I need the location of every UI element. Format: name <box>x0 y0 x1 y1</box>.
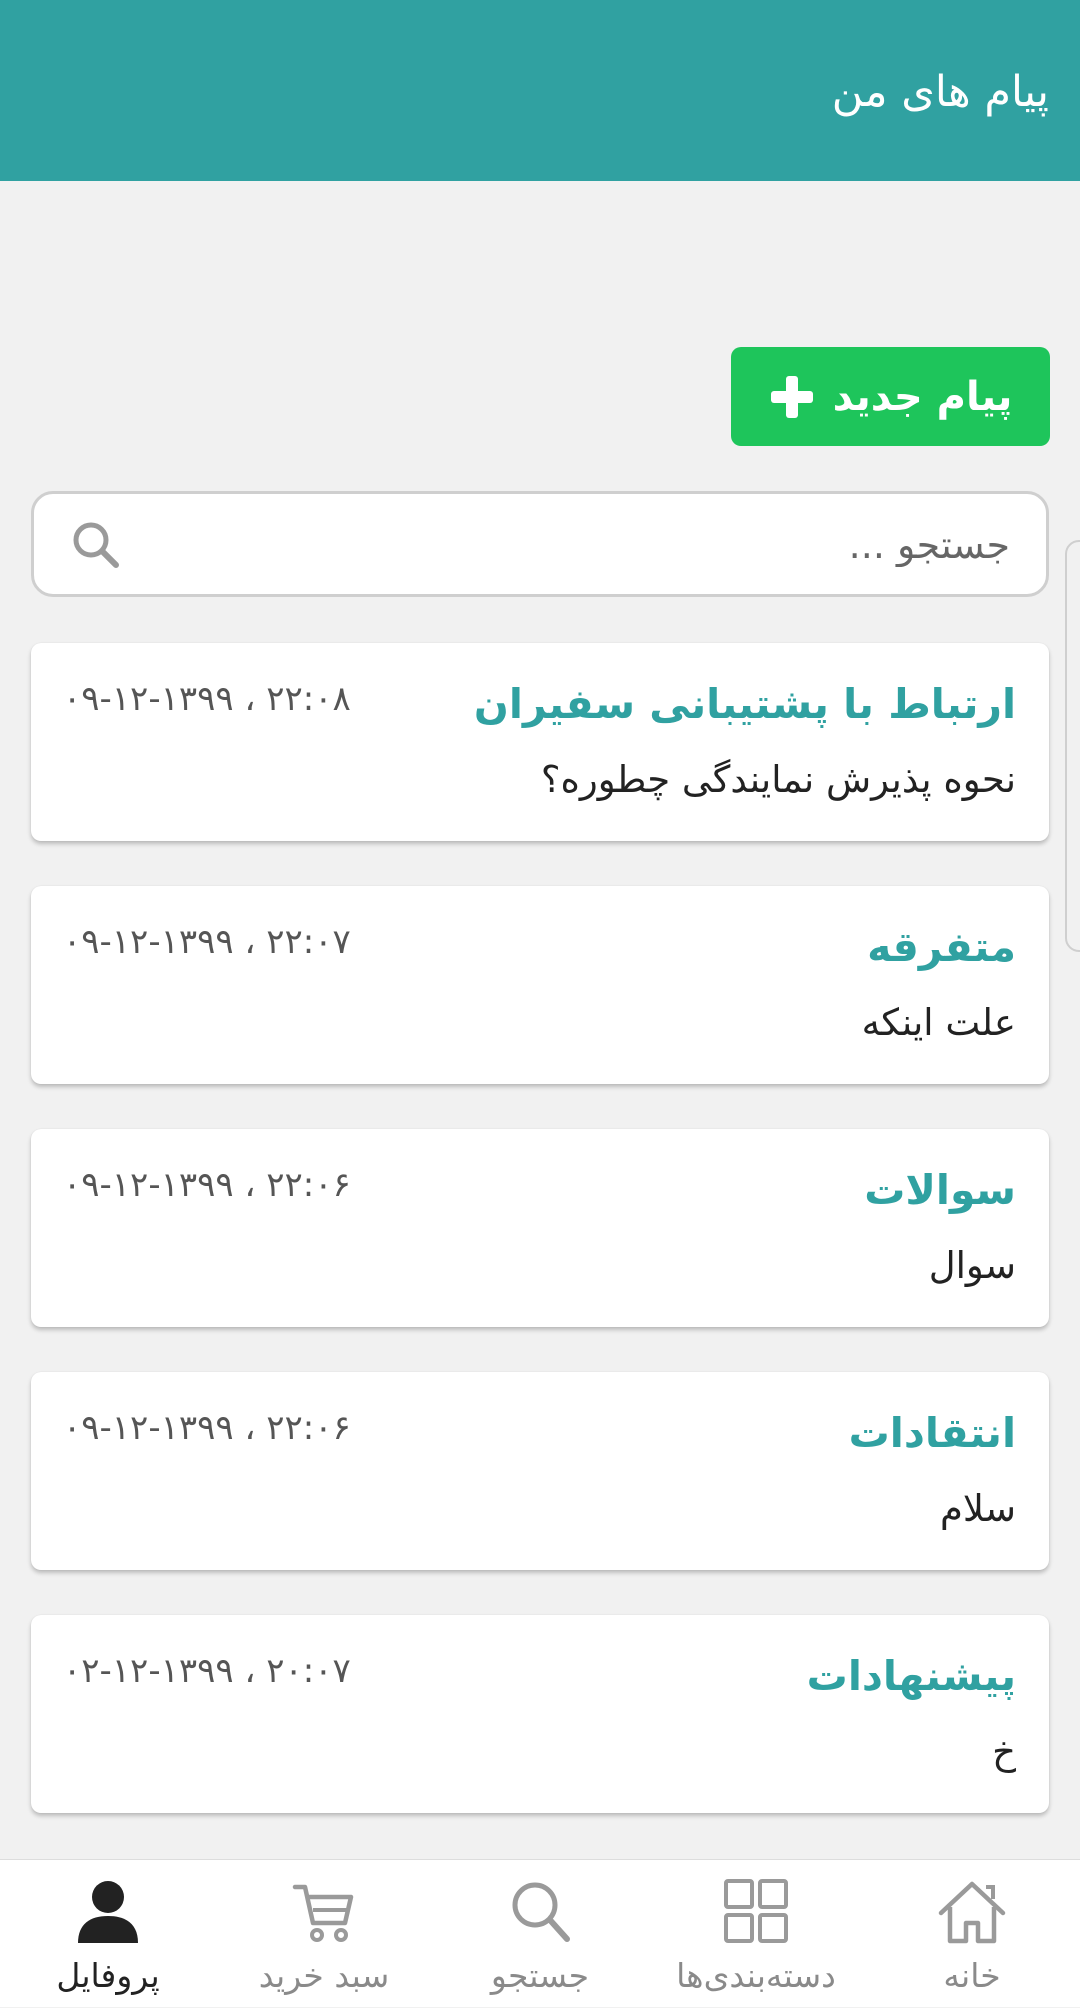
nav-label-home: خانه <box>943 1956 1001 1995</box>
nav-label-profile: پروفایل <box>56 1956 160 1995</box>
bottom-navigation: پروفایل سبد خرید جستجو دسته‌بندی‌ها <box>0 1859 1080 2007</box>
message-preview: سوال <box>928 1244 1016 1287</box>
cart-icon <box>292 1884 354 1942</box>
message-title: سوالات <box>864 1166 1016 1214</box>
new-message-label: پیام جدید <box>832 373 1013 420</box>
message-date: ۲۲:۰۶ ، ۰۹-۱۲-۱۳۹۹ <box>63 1408 351 1448</box>
message-card[interactable]: ارتباط با پشتیبانی سفیران ۲۲:۰۸ ، ۰۹-۱۲-… <box>31 643 1049 841</box>
message-title: متفرقه <box>867 923 1016 971</box>
message-date: ۲۲:۰۸ ، ۰۹-۱۲-۱۳۹۹ <box>63 679 351 719</box>
message-preview: سلام <box>940 1487 1016 1530</box>
nav-item-categories[interactable]: دسته‌بندی‌ها <box>648 1860 864 2008</box>
nav-item-home[interactable]: خانه <box>864 1860 1080 2008</box>
plus-icon <box>770 375 813 418</box>
nav-item-profile[interactable]: پروفایل <box>0 1860 216 2008</box>
message-title: ارتباط با پشتیبانی سفیران <box>473 680 1016 728</box>
message-card[interactable]: سوالات ۲۲:۰۶ ، ۰۹-۱۲-۱۳۹۹ سوال <box>31 1129 1049 1327</box>
search-box[interactable] <box>31 491 1049 597</box>
nav-item-cart[interactable]: سبد خرید <box>216 1860 432 2008</box>
grid-icon <box>724 1879 788 1943</box>
message-preview: نحوه پذیرش نمایندگی چطوره؟ <box>540 758 1016 801</box>
search-icon[interactable] <box>71 520 121 570</box>
app-header: پیام های من <box>0 0 1080 181</box>
message-date: ۲۲:۰۶ ، ۰۹-۱۲-۱۳۹۹ <box>63 1165 351 1205</box>
message-title: پیشنهادات <box>806 1652 1016 1700</box>
message-title: انتقادات <box>848 1409 1016 1457</box>
nav-label-cart: سبد خرید <box>258 1956 390 1995</box>
search-input[interactable] <box>148 494 1012 596</box>
home-icon <box>938 1881 1006 1944</box>
search-icon <box>512 1882 570 1942</box>
message-preview: خ <box>992 1730 1016 1773</box>
message-date: ۲۲:۰۷ ، ۰۹-۱۲-۱۳۹۹ <box>63 922 351 962</box>
message-card[interactable]: پیشنهادات ۲۰:۰۷ ، ۰۲-۱۲-۱۳۹۹ خ <box>31 1615 1049 1813</box>
nav-label-search: جستجو <box>490 1956 590 1995</box>
user-icon <box>78 1881 138 1943</box>
side-drawer-handle[interactable] <box>1065 540 1080 952</box>
page-title: پیام های من <box>831 67 1049 117</box>
message-card[interactable]: انتقادات ۲۲:۰۶ ، ۰۹-۱۲-۱۳۹۹ سلام <box>31 1372 1049 1570</box>
nav-label-categories: دسته‌بندی‌ها <box>676 1956 836 1995</box>
new-message-button[interactable]: پیام جدید <box>731 347 1050 446</box>
message-date: ۲۰:۰۷ ، ۰۲-۱۲-۱۳۹۹ <box>63 1651 351 1691</box>
nav-item-search[interactable]: جستجو <box>432 1860 648 2008</box>
message-card[interactable]: متفرقه ۲۲:۰۷ ، ۰۹-۱۲-۱۳۹۹ علت اینکه <box>31 886 1049 1084</box>
message-preview: علت اینکه <box>861 1001 1016 1044</box>
